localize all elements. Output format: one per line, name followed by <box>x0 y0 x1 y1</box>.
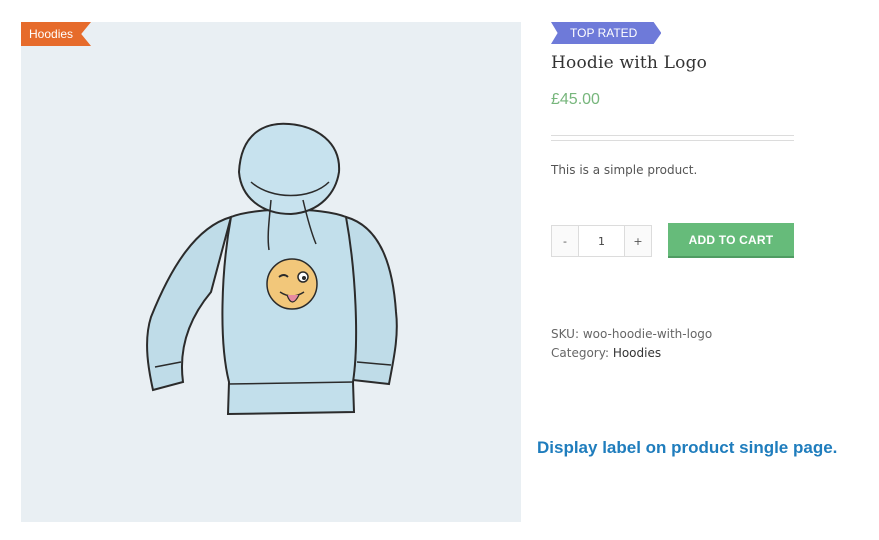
quantity-increment-button[interactable]: + <box>625 226 651 256</box>
caption-text: Display label on product single page. <box>537 438 838 457</box>
hoodie-illustration <box>146 122 398 416</box>
quantity-decrement-button[interactable]: - <box>552 226 578 256</box>
category-ribbon: Hoodies <box>21 22 92 46</box>
category-label: Category: <box>551 346 609 360</box>
category-row: Category: Hoodies <box>551 344 712 363</box>
product-title: Hoodie with Logo <box>551 53 708 73</box>
product-price: £45.00 <box>551 91 600 108</box>
sku-row: SKU: woo-hoodie-with-logo <box>551 325 712 344</box>
short-description: This is a simple product. <box>551 163 698 177</box>
divider <box>551 135 794 141</box>
product-meta: SKU: woo-hoodie-with-logo Category: Hood… <box>551 325 712 363</box>
product-image[interactable] <box>21 22 521 522</box>
quantity-input[interactable]: 1 <box>578 226 625 256</box>
quantity-stepper: - 1 + <box>551 225 652 257</box>
sku-label: SKU: <box>551 327 579 341</box>
category-link[interactable]: Hoodies <box>613 346 661 360</box>
sku-value: woo-hoodie-with-logo <box>582 327 713 341</box>
add-to-cart-button[interactable]: ADD TO CART <box>668 223 794 258</box>
top-rated-badge: TOP RATED <box>551 22 662 44</box>
